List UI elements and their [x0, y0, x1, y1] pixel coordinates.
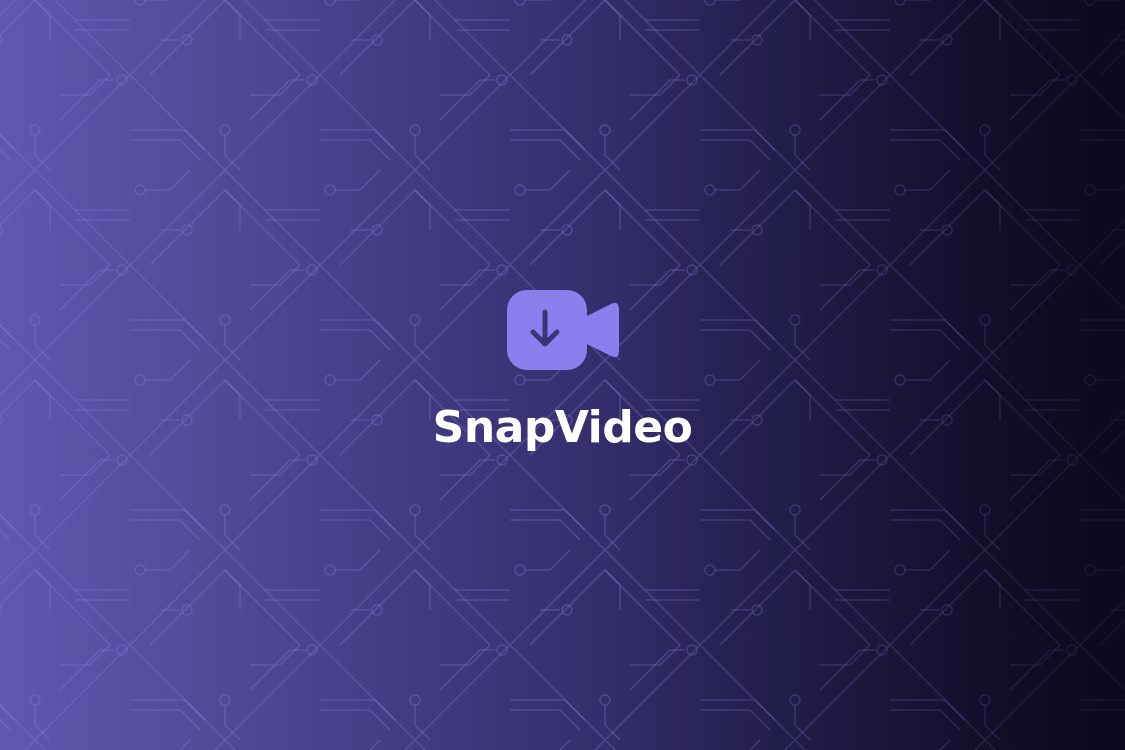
video-download-icon	[506, 290, 619, 370]
brand-lockup: SnapVideo	[0, 290, 1125, 450]
app-name: SnapVideo	[432, 402, 693, 453]
splash-screen: SnapVideo	[0, 0, 1125, 750]
